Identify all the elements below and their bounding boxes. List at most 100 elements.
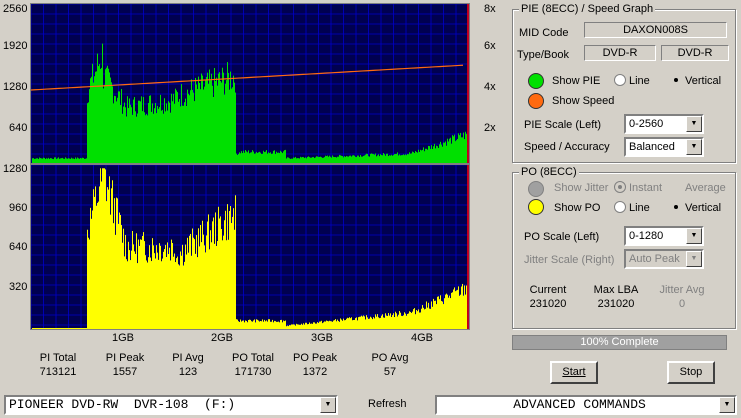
graph-bar xyxy=(383,317,384,329)
graph-bar xyxy=(276,151,277,163)
graph-bar xyxy=(410,311,411,329)
graph-bar xyxy=(129,250,130,329)
po-graph-canvas xyxy=(31,165,469,329)
graph-bar xyxy=(369,156,370,163)
po-vertical-label[interactable]: Vertical xyxy=(685,202,721,214)
chevron-down-icon[interactable]: ▼ xyxy=(320,397,336,413)
graph-bar xyxy=(385,155,386,163)
start-button[interactable]: Start xyxy=(550,361,598,384)
refresh-button[interactable]: Refresh xyxy=(368,398,407,410)
graph-bar xyxy=(196,84,197,163)
graph-bar xyxy=(374,318,375,329)
graph-bar xyxy=(37,158,38,163)
pie-scale-select[interactable]: 0-2560 ▼ xyxy=(624,114,704,134)
graph-bar xyxy=(159,243,160,329)
graph-bar xyxy=(46,328,47,329)
graph-bar xyxy=(241,321,242,329)
graph-bar xyxy=(67,328,68,329)
graph-bar xyxy=(386,315,387,329)
pie-vertical-label[interactable]: Vertical xyxy=(685,75,721,87)
chevron-down-icon[interactable]: ▼ xyxy=(719,397,735,413)
graph-bar xyxy=(174,103,175,163)
graph-bar xyxy=(159,107,160,163)
chevron-down-icon[interactable]: ▼ xyxy=(686,139,702,155)
jitter-scale-value: Auto Peak xyxy=(629,253,680,265)
po-line-label[interactable]: Line xyxy=(629,202,650,214)
graph-bar xyxy=(74,159,75,163)
graph-bar xyxy=(404,155,405,163)
graph-bar xyxy=(312,157,313,163)
graph-bar xyxy=(173,93,174,163)
graph-bar xyxy=(352,155,353,163)
graph-bar xyxy=(427,149,428,163)
graph-bar xyxy=(148,257,149,329)
graph-bar xyxy=(49,328,50,329)
graph-bar xyxy=(178,264,179,329)
graph-bar xyxy=(149,95,150,163)
graph-bar xyxy=(40,158,41,163)
graph-bar xyxy=(177,92,178,163)
graph-bar xyxy=(366,315,367,329)
drive-select[interactable]: PIONEER DVD-RW DVR-108 (F:) ▼ xyxy=(4,395,338,415)
graph-bar xyxy=(88,102,89,163)
graph-bar xyxy=(292,324,293,329)
po-scale-select[interactable]: 0-1280 ▼ xyxy=(624,226,704,246)
chevron-down-icon: ▼ xyxy=(686,251,702,267)
graph-bar xyxy=(309,322,310,329)
graph-bar xyxy=(407,153,408,163)
speed-color-swatch[interactable] xyxy=(528,93,544,109)
graph-bar xyxy=(280,150,281,163)
stop-button[interactable]: Stop xyxy=(667,361,715,384)
graph-bar xyxy=(379,318,380,329)
speed-accuracy-select[interactable]: Balanced ▼ xyxy=(624,137,704,157)
pie-line-radio[interactable] xyxy=(614,74,626,86)
graph-bar xyxy=(61,158,62,163)
graph-bar xyxy=(169,102,170,163)
graph-bar xyxy=(321,320,322,329)
graph-bar xyxy=(278,152,279,163)
po-vertical-radio[interactable] xyxy=(670,201,682,213)
po-axis-label: 960 xyxy=(9,202,28,214)
graph-bar xyxy=(170,112,171,163)
show-jitter-label: Show Jitter xyxy=(554,182,609,194)
graph-bar xyxy=(47,158,48,163)
graph-bar xyxy=(410,153,411,163)
show-po-label[interactable]: Show PO xyxy=(554,202,600,214)
graph-bar xyxy=(310,323,311,329)
graph-bar xyxy=(416,151,417,163)
graph-bar xyxy=(161,110,162,163)
graph-bar xyxy=(68,328,69,329)
graph-bar xyxy=(50,158,51,163)
show-pie-label[interactable]: Show PIE xyxy=(552,75,600,87)
pie-line-label[interactable]: Line xyxy=(629,75,650,87)
graph-bar xyxy=(223,235,224,329)
graph-bar xyxy=(217,241,218,329)
pie-color-swatch[interactable] xyxy=(528,73,544,89)
graph-bar xyxy=(289,325,290,329)
jitter-color-swatch xyxy=(528,181,544,197)
graph-bar xyxy=(212,85,213,163)
advanced-commands-select[interactable]: ADVANCED COMMANDS ▼ xyxy=(435,395,737,415)
pie-axis-label: 640 xyxy=(9,122,28,134)
graph-bar xyxy=(251,152,252,163)
po-color-swatch[interactable] xyxy=(528,199,544,215)
graph-bar xyxy=(368,156,369,163)
pie-vertical-radio[interactable] xyxy=(670,74,682,86)
graph-bar xyxy=(430,308,431,329)
graph-bar xyxy=(193,237,194,329)
graph-bar xyxy=(265,321,266,329)
show-speed-label[interactable]: Show Speed xyxy=(552,95,614,107)
graph-bar xyxy=(337,156,338,163)
graph-bar xyxy=(434,300,435,329)
graph-bar xyxy=(264,152,265,163)
graph-bar xyxy=(299,324,300,329)
chevron-down-icon[interactable]: ▼ xyxy=(686,228,702,244)
po-line-radio[interactable] xyxy=(614,201,626,213)
graph-bar xyxy=(331,321,332,329)
graph-bar xyxy=(37,328,38,329)
graph-bar xyxy=(122,113,123,163)
chevron-down-icon[interactable]: ▼ xyxy=(686,116,702,132)
graph-bar xyxy=(305,157,306,163)
graph-bar xyxy=(155,258,156,329)
graph-bar xyxy=(52,328,53,329)
